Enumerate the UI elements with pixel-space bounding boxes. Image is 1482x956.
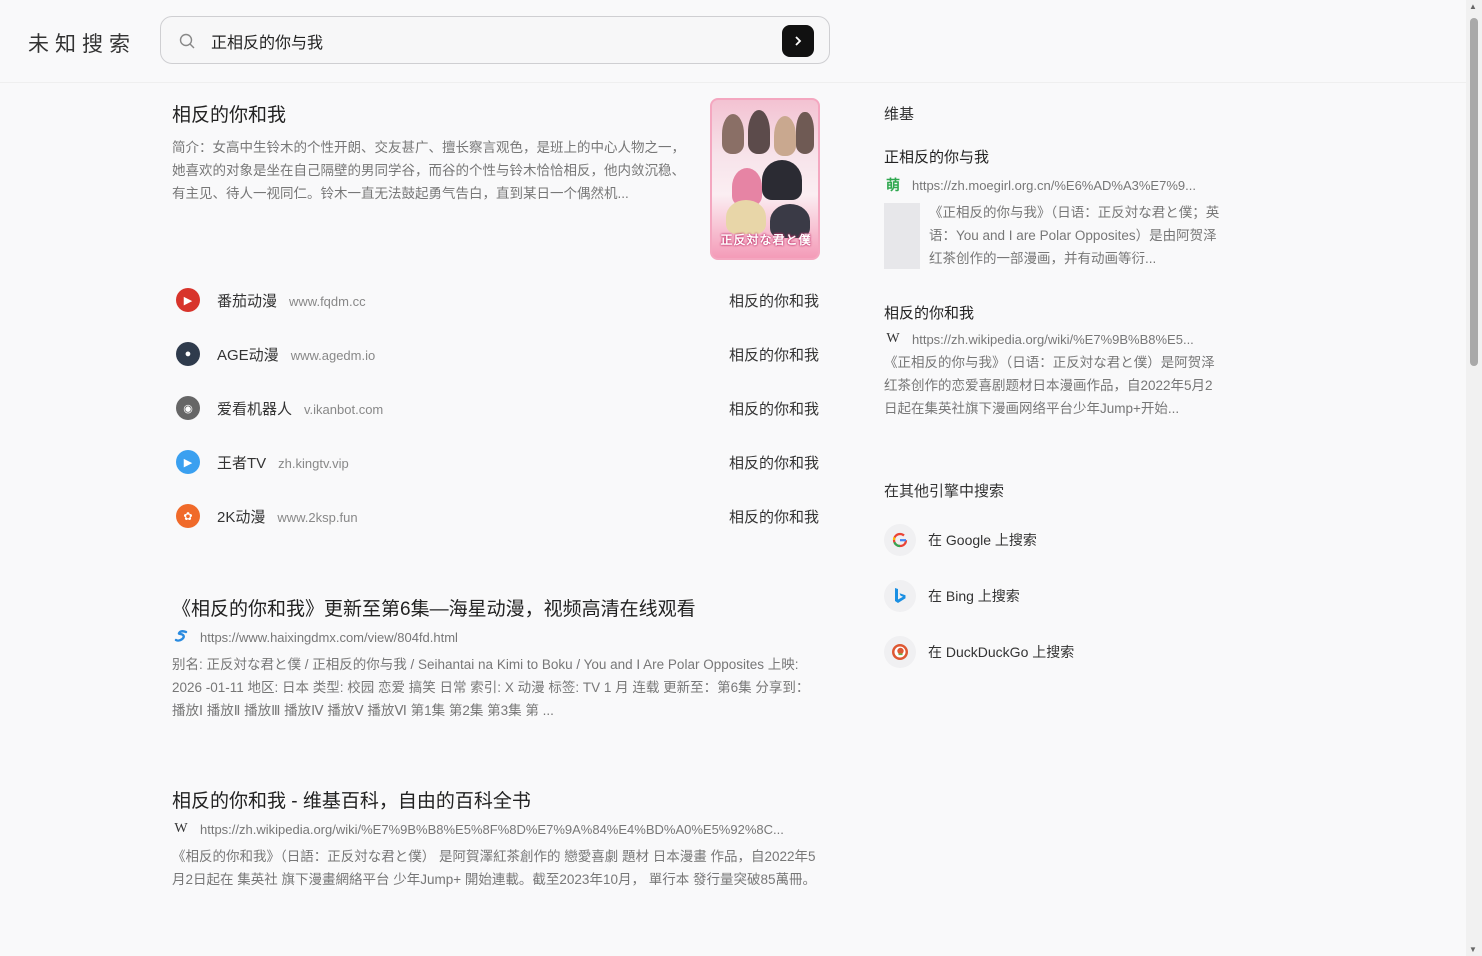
engine-label: 在 Bing 上搜索 bbox=[928, 588, 1020, 604]
result-url[interactable]: https://zh.wikipedia.org/wiki/%E7%9B%B8%… bbox=[200, 822, 784, 837]
wiki-card-title[interactable]: 正相反的你与我 bbox=[884, 146, 1224, 167]
moegirl-favicon-icon: 萌 bbox=[886, 177, 900, 193]
other-engines-heading: 在其他引擎中搜索 bbox=[884, 483, 1005, 500]
result-title[interactable]: 《相反的你和我》更新至第6集—海星动漫，视频高清在线观看 bbox=[172, 594, 822, 621]
wikipedia-icon: W bbox=[886, 331, 900, 346]
haixing-favicon-icon bbox=[172, 629, 190, 645]
featured-title[interactable]: 相反的你和我 bbox=[172, 100, 286, 127]
source-title[interactable]: 相反的你和我 bbox=[729, 398, 819, 419]
search-icon bbox=[179, 33, 195, 54]
source-host: v.ikanbot.com bbox=[304, 402, 384, 417]
duckduckgo-icon bbox=[884, 636, 916, 668]
wiki-card: 正相反的你与我 萌 https://zh.moegirl.org.cn/%E6%… bbox=[884, 146, 1224, 271]
search-submit-button[interactable] bbox=[782, 25, 814, 57]
wiki-card-url[interactable]: https://zh.moegirl.org.cn/%E6%AD%A3%E7%9… bbox=[912, 178, 1196, 193]
agedm-logo-icon: ● bbox=[176, 342, 200, 366]
bing-icon bbox=[884, 580, 916, 612]
robot-icon: ◉ bbox=[176, 396, 200, 420]
scroll-down-icon[interactable]: ▼ bbox=[1469, 945, 1477, 954]
source-name: 2K动漫 bbox=[217, 509, 266, 526]
chevron-right-icon bbox=[795, 36, 802, 46]
search-input[interactable] bbox=[209, 27, 773, 55]
wiki-heading: 维基 bbox=[884, 106, 915, 123]
search-result: 相反的你和我 - 维基百科，自由的百科全书 W https://zh.wikip… bbox=[172, 786, 822, 891]
result-title[interactable]: 相反的你和我 - 维基百科，自由的百科全书 bbox=[172, 786, 822, 813]
source-name: 王者TV bbox=[217, 455, 267, 472]
google-icon bbox=[884, 524, 916, 556]
source-item[interactable]: ● AGE动漫 www.agedm.io 相反的你和我 bbox=[172, 336, 822, 390]
scrollbar-thumb[interactable] bbox=[1470, 18, 1478, 366]
source-host: www.fqdm.cc bbox=[289, 294, 366, 309]
source-item[interactable]: ✿ 2K动漫 www.2ksp.fun 相反的你和我 bbox=[172, 498, 822, 552]
source-name: AGE动漫 bbox=[217, 347, 279, 364]
search-result: 《相反的你和我》更新至第6集—海星动漫，视频高清在线观看 https://www… bbox=[172, 594, 822, 722]
source-title[interactable]: 相反的你和我 bbox=[729, 452, 819, 473]
result-snippet: 别名: 正反対な君と僕 / 正相反的你与我 / Seihantai na Kim… bbox=[172, 657, 810, 718]
2k-logo-icon: ✿ bbox=[176, 504, 200, 528]
source-item[interactable]: ▶ 番茄动漫 www.fqdm.cc 相反的你和我 bbox=[172, 282, 822, 336]
source-name: 番茄动漫 bbox=[217, 293, 278, 310]
source-list: ▶ 番茄动漫 www.fqdm.cc 相反的你和我 ● AGE动漫 www.aged… bbox=[172, 282, 822, 552]
source-host: www.agedm.io bbox=[290, 348, 376, 363]
search-google-button[interactable]: 在 Google 上搜索 bbox=[884, 522, 1037, 558]
source-name: 爱看机器人 bbox=[217, 401, 293, 418]
site-logo[interactable]: 未知搜索 bbox=[28, 28, 136, 58]
engine-label: 在 Google 上搜索 bbox=[928, 532, 1037, 548]
search-box[interactable] bbox=[160, 16, 830, 64]
featured-description: 简介：女高中生铃木的个性开朗、交友甚广、擅长察言观色，是班上的中心人物之一，她喜… bbox=[172, 140, 685, 201]
wikipedia-icon: W bbox=[174, 821, 188, 836]
source-title[interactable]: 相反的你和我 bbox=[729, 290, 819, 311]
poster-caption: 正反対な君と僕 bbox=[720, 233, 812, 247]
source-host: www.2ksp.fun bbox=[277, 510, 358, 525]
search-bing-button[interactable]: 在 Bing 上搜索 bbox=[884, 578, 1020, 614]
source-item[interactable]: ◉ 爱看机器人 v.ikanbot.com 相反的你和我 bbox=[172, 390, 822, 444]
featured-poster[interactable]: 正反対な君と僕 bbox=[710, 98, 820, 260]
source-host: zh.kingtv.vip bbox=[278, 456, 349, 471]
result-snippet: 《相反的你和我》（日語：正反対な君と僕） 是阿賀澤紅茶創作的 戀愛喜劇 題材 日… bbox=[172, 849, 816, 887]
header: 未知搜索 bbox=[0, 0, 1466, 83]
wiki-card-title[interactable]: 相反的你和我 bbox=[884, 302, 1224, 323]
source-item[interactable]: ▶ 王者TV zh.kingtv.vip 相反的你和我 bbox=[172, 444, 822, 498]
engine-label: 在 DuckDuckGo 上搜索 bbox=[928, 644, 1075, 660]
wiki-card-url[interactable]: https://zh.wikipedia.org/wiki/%E7%9B%B8%… bbox=[912, 332, 1194, 347]
wiki-card-text: 《正相反的你与我》（日语：正反対な君と僕）是阿贺泽红茶创作的恋爱喜剧题材日本漫画… bbox=[884, 355, 1215, 416]
source-title[interactable]: 相反的你和我 bbox=[729, 506, 819, 527]
fqdm-logo-icon: ▶ bbox=[176, 288, 200, 312]
wiki-card: 相反的你和我 W https://zh.wikipedia.org/wiki/%… bbox=[884, 302, 1224, 420]
search-duckduckgo-button[interactable]: 在 DuckDuckGo 上搜索 bbox=[884, 634, 1074, 670]
scroll-up-icon[interactable]: ▲ bbox=[1469, 2, 1477, 11]
source-title[interactable]: 相反的你和我 bbox=[729, 344, 819, 365]
result-url[interactable]: https://www.haixingdmx.com/view/804fd.ht… bbox=[200, 630, 458, 645]
play-icon: ▶ bbox=[176, 450, 200, 474]
page-scrollbar[interactable]: ▲ ▼ bbox=[1466, 0, 1482, 956]
wiki-card-text: 《正相反的你与我》（日语：正反対な君と僕；英语：You and I are Po… bbox=[929, 205, 1220, 266]
wiki-thumbnail bbox=[884, 203, 920, 269]
